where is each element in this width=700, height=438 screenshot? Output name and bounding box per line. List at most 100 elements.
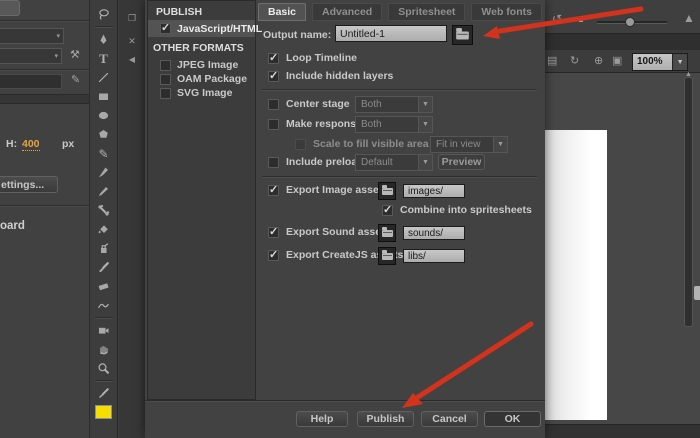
cancel-button[interactable]: Cancel [421,411,478,427]
format-item-svg[interactable]: SVG Image [160,87,232,99]
panel-grip[interactable] [694,286,700,300]
option-label: Loop Timeline [286,52,357,64]
paint-brush-tool-icon[interactable] [90,182,117,201]
close-icon[interactable]: ✕ [119,36,145,47]
checkbox[interactable] [160,23,171,34]
height-value[interactable]: 400 [22,138,40,151]
createjs-assets-path-input[interactable] [403,249,465,263]
option-center-stage[interactable]: Center stage [268,98,350,110]
zoom-level-select[interactable]: 100% ▼ [632,53,688,71]
loop-icon[interactable]: ↺ [552,12,562,26]
width-tool-icon[interactable] [90,296,117,315]
text-tool-icon[interactable]: T [90,49,117,68]
checkbox[interactable] [160,74,171,85]
dialog-tabs: Basic Advanced Spritesheet Web fonts [258,3,542,21]
paint-bucket-tool-icon[interactable] [90,220,117,239]
settings-button[interactable]: ettings... [0,176,58,193]
checkbox[interactable] [268,99,279,110]
ink-bottle-tool-icon[interactable] [90,239,117,258]
option-scale-to-fill[interactable]: Scale to fill visible area [295,138,429,150]
image-assets-folder-button[interactable] [378,182,396,200]
pasteboard-canvas[interactable]: ▲ [545,73,700,424]
rectangle-tool-icon[interactable] [90,87,117,106]
help-button[interactable]: Help [296,411,348,427]
collapse-arrow-icon[interactable]: ◀ [119,55,145,64]
folder-icon [382,230,393,237]
clip-content-icon[interactable]: ▣ [612,54,622,67]
format-label: JavaScript/HTML [177,23,262,35]
stroke-color-tool-icon[interactable] [90,384,117,403]
zoom-out-icon[interactable]: ▲ [577,15,585,24]
option-export-image-assets[interactable]: Export Image assets: [268,184,392,196]
preview-button[interactable]: Preview [438,154,485,170]
dropdown-value: Both [356,97,418,112]
option-include-hidden-layers[interactable]: Include hidden layers [268,70,393,82]
stage[interactable] [543,130,607,420]
format-item-oam[interactable]: OAM Package [160,73,247,85]
make-responsive-dropdown[interactable]: Both ▼ [355,116,433,133]
pencil-icon[interactable]: ✎ [71,73,80,86]
panel-button-fragment[interactable] [0,0,20,16]
sound-assets-path-input[interactable] [403,226,465,240]
preloader-dropdown[interactable]: Default ▼ [355,154,433,171]
publish-button[interactable]: Publish [357,411,414,427]
tab-basic[interactable]: Basic [258,3,306,21]
bone-tool-icon[interactable] [90,201,117,220]
format-label: JPEG Image [177,59,238,71]
zoom-in-icon[interactable]: ▲ [683,11,695,25]
pen-tool-icon[interactable] [90,30,117,49]
format-item-jpeg[interactable]: JPEG Image [160,59,238,71]
timeline-icon[interactable]: ▤ [547,54,557,67]
option-loop-timeline[interactable]: Loop Timeline [268,52,357,64]
polystar-tool-icon[interactable] [90,125,117,144]
hand-tool-icon[interactable] [90,340,117,359]
tab-web-fonts[interactable]: Web fonts [471,3,542,21]
checkbox[interactable] [268,185,279,196]
image-assets-path-input[interactable] [403,184,465,198]
fill-color-swatch[interactable] [95,405,112,419]
zoom-tool-icon[interactable] [90,359,117,378]
checkbox[interactable] [160,60,171,71]
output-name-input[interactable] [335,25,447,42]
rotate-icon[interactable]: ↻ [570,54,579,67]
line-tool-icon[interactable] [90,68,117,87]
sound-assets-folder-button[interactable] [378,224,396,242]
option-combine-spritesheets[interactable]: Combine into spritesheets [382,204,532,216]
oval-tool-icon[interactable] [90,106,117,125]
ok-button[interactable]: OK [484,411,541,427]
checkbox[interactable] [268,71,279,82]
property-dropdown[interactable]: ▾ [0,48,62,64]
wrench-icon[interactable]: ⚒ [70,48,80,61]
option-label: Combine into spritesheets [400,204,532,216]
checkbox[interactable] [268,227,279,238]
createjs-assets-folder-button[interactable] [378,247,396,265]
divider [262,89,537,90]
checkbox[interactable] [268,250,279,261]
tab-advanced[interactable]: Advanced [312,3,382,21]
pencil-tool-icon[interactable]: ✎ [90,144,117,163]
panel-icon[interactable]: ❐ [119,13,145,24]
output-folder-button[interactable] [452,25,473,45]
property-dropdown[interactable]: ▾ [0,28,64,44]
center-stage-icon[interactable]: ⊕ [594,54,603,67]
eyedropper-tool-icon[interactable] [90,258,117,277]
checkbox[interactable] [268,119,279,130]
checkbox[interactable] [160,88,171,99]
property-field[interactable] [0,74,62,89]
camera-tool-icon[interactable] [90,321,117,340]
format-item-javascript-html[interactable]: JavaScript/HTML [148,20,255,37]
checkbox[interactable] [295,139,306,150]
chevron-down-icon: ▼ [418,155,432,170]
center-stage-dropdown[interactable]: Both ▼ [355,96,433,113]
option-export-sound-assets[interactable]: Export Sound assets: [268,226,394,238]
brush-tool-icon[interactable] [90,163,117,182]
tab-spritesheet[interactable]: Spritesheet [388,3,465,21]
vertical-scrollbar-thumb[interactable] [684,77,693,327]
checkbox[interactable] [382,205,393,216]
eraser-tool-icon[interactable] [90,277,117,296]
zoom-slider-knob[interactable] [625,17,635,27]
checkbox[interactable] [268,53,279,64]
checkbox[interactable] [268,157,279,168]
scale-to-fill-dropdown[interactable]: Fit in view ▼ [430,136,508,153]
lasso-tool-icon[interactable] [90,5,117,24]
